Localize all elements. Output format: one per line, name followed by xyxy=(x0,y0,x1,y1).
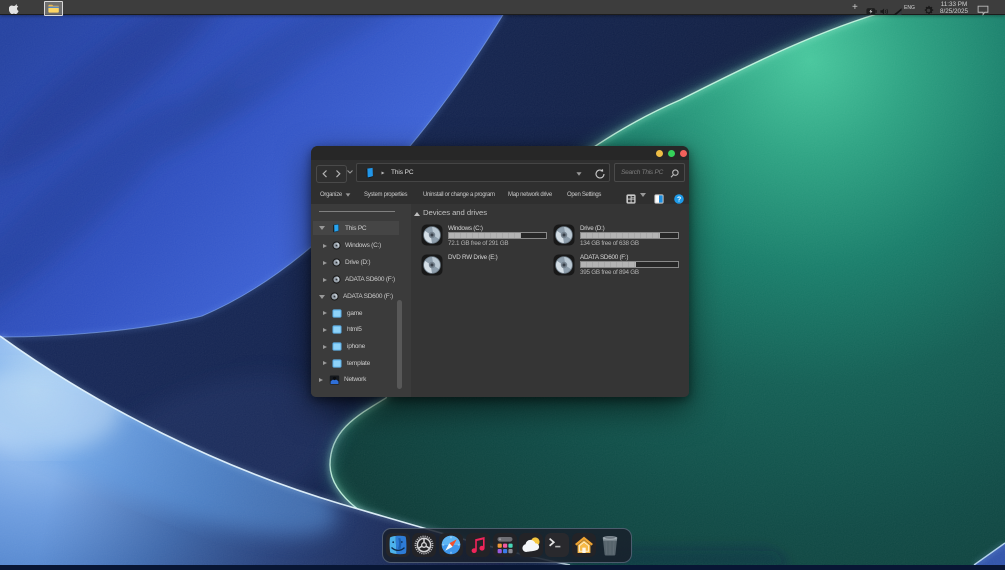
svg-text:?: ? xyxy=(677,196,681,203)
